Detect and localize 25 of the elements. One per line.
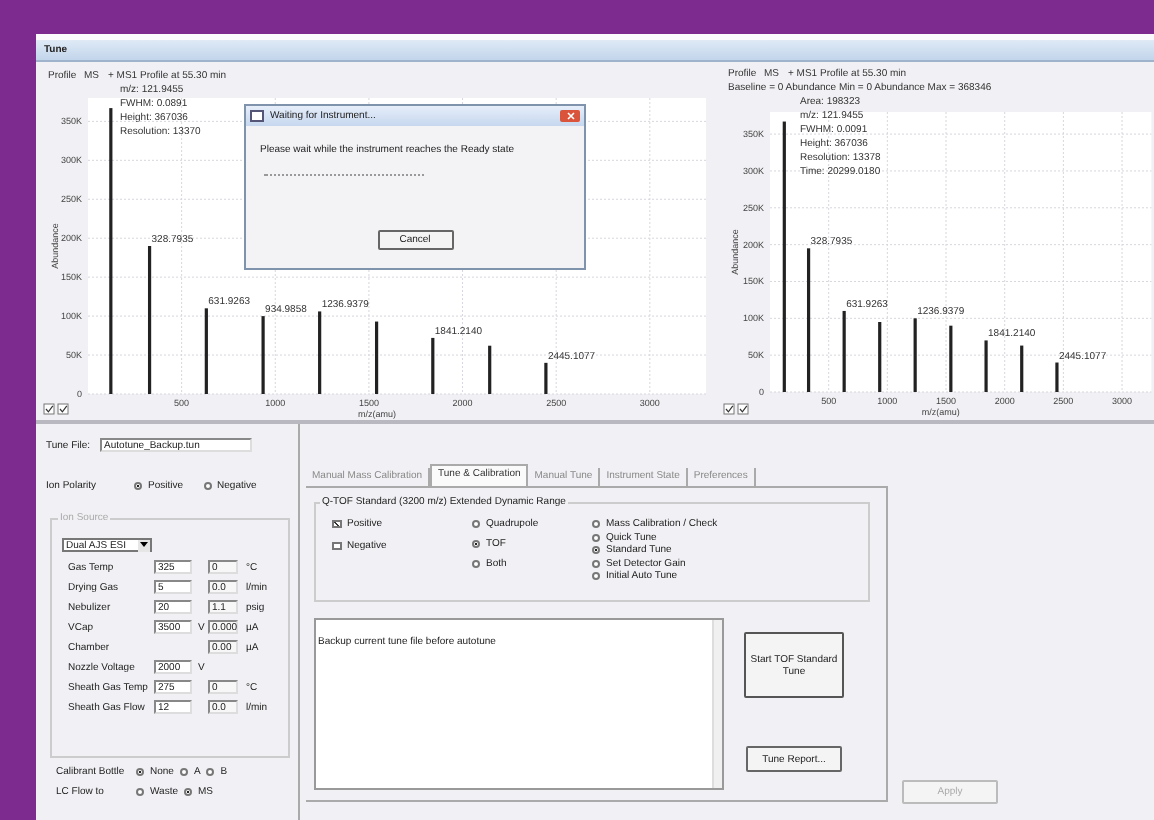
window-icon [250, 110, 264, 122]
dropdown-arrow-icon[interactable] [138, 539, 150, 551]
scrollbar[interactable] [712, 620, 722, 788]
radio-button[interactable] [592, 546, 600, 554]
radio-button[interactable] [472, 520, 480, 528]
radio-button[interactable] [206, 768, 215, 776]
radio-button[interactable] [183, 788, 192, 796]
radio-button[interactable] [472, 540, 480, 548]
radio-button[interactable] [136, 768, 144, 776]
radio-button[interactable] [592, 559, 600, 567]
radio-button[interactable] [472, 560, 480, 568]
radio-button[interactable] [203, 482, 212, 490]
radio-button[interactable] [592, 520, 600, 528]
checkbox-icon[interactable] [737, 403, 749, 415]
checkbox[interactable] [332, 519, 341, 529]
close-icon[interactable] [560, 110, 580, 122]
radio-button[interactable] [592, 572, 600, 580]
checkbox-icon[interactable] [43, 403, 55, 415]
checkbox-icon[interactable] [723, 403, 735, 415]
checkbox[interactable] [332, 541, 341, 551]
radio-button[interactable] [134, 482, 142, 490]
radio-button[interactable] [592, 533, 600, 541]
radio-button[interactable] [179, 768, 188, 776]
checkbox-icon[interactable] [57, 403, 69, 415]
radio-button[interactable] [136, 788, 144, 796]
